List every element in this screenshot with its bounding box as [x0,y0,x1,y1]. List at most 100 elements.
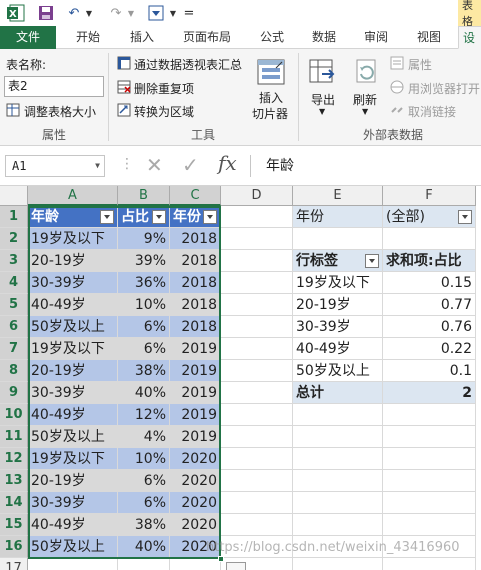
table-cell-pct[interactable]: 38% [118,360,170,382]
table-cell-pct[interactable]: 10% [118,294,170,316]
row-header-11[interactable]: 11 [0,426,28,448]
row-header-9[interactable]: 9 [0,382,28,404]
table-cell-age[interactable]: 40-49岁 [28,294,118,316]
empty-cell[interactable] [221,426,293,448]
column-header-a[interactable]: A [28,186,118,206]
empty-cell[interactable] [293,448,383,470]
row-header-4[interactable]: 4 [0,272,28,294]
undo-icon[interactable]: ↶ [64,3,84,23]
empty-cell[interactable] [383,492,476,514]
empty-cell[interactable] [221,360,293,382]
table-cell-pct[interactable]: 39% [118,250,170,272]
table-cell-age[interactable]: 40-49岁 [28,404,118,426]
row-header-12[interactable]: 12 [0,448,28,470]
table-cell-year[interactable]: 2018 [170,294,221,316]
table-cell-year[interactable]: 2020 [170,470,221,492]
empty-cell[interactable] [170,558,221,570]
pivot-row-label[interactable]: 30-39岁 [293,316,383,338]
pivot-filter-value[interactable]: (全部) [383,206,476,228]
redo-icon[interactable]: ↷ [106,3,126,23]
table-cell-year[interactable]: 2018 [170,316,221,338]
table-cell-year[interactable]: 2020 [170,492,221,514]
table-cell-age[interactable]: 50岁及以上 [28,426,118,448]
table-cell-year[interactable]: 2018 [170,250,221,272]
tab-home[interactable]: 开始 [60,26,116,49]
empty-cell[interactable] [293,470,383,492]
table-cell-age[interactable]: 40-49岁 [28,514,118,536]
redo-dropdown-icon[interactable]: ▼ [126,3,136,23]
pivot-filter-dropdown-icon[interactable] [458,210,472,224]
tab-review[interactable]: 审阅 [352,26,400,49]
empty-cell[interactable] [28,558,118,570]
table-cell-pct[interactable]: 4% [118,426,170,448]
table-cell-pct[interactable]: 9% [118,228,170,250]
table-cell-pct[interactable]: 36% [118,272,170,294]
pivot-row-value[interactable]: 0.76 [383,316,476,338]
table-cell-year[interactable]: 2019 [170,382,221,404]
tab-insert[interactable]: 插入 [116,26,168,49]
empty-cell[interactable] [221,338,293,360]
insert-slicer-button-line1[interactable]: 插入 [259,89,283,106]
empty-cell[interactable] [221,206,293,228]
table-cell-age[interactable]: 19岁及以下 [28,228,118,250]
empty-cell[interactable] [293,228,383,250]
row-header-15[interactable]: 15 [0,514,28,536]
pivot-filter-label[interactable]: 年份 [293,206,383,228]
table-cell-age[interactable]: 20-19岁 [28,360,118,382]
pivot-row-value[interactable]: 0.77 [383,294,476,316]
empty-cell[interactable] [293,426,383,448]
row-header-17[interactable]: 17 [0,558,28,570]
table-cell-pct[interactable]: 6% [118,338,170,360]
tab-data[interactable]: 数据 [300,26,348,49]
table-cell-age[interactable]: 30-39岁 [28,382,118,404]
table-cell-age[interactable]: 30-39岁 [28,272,118,294]
row-header-10[interactable]: 10 [0,404,28,426]
table-cell-age[interactable]: 50岁及以上 [28,536,118,558]
convert-to-range-button[interactable]: 转换为区域 [134,103,194,120]
undo-dropdown-icon[interactable]: ▼ [84,3,94,23]
remove-duplicates-button[interactable]: 删除重复项 [134,80,194,97]
table-cell-age[interactable]: 20-19岁 [28,250,118,272]
empty-cell[interactable] [293,404,383,426]
pivot-total-value[interactable]: 2 [383,382,476,404]
formula-input[interactable]: 年龄 [250,155,481,177]
table-cell-year[interactable]: 2019 [170,426,221,448]
name-box-dropdown-icon[interactable]: ▼ [95,156,100,176]
empty-cell[interactable] [221,250,293,272]
customize-qat-icon[interactable] [146,3,166,23]
unlink-button[interactable]: 取消链接 [408,103,456,120]
table-cell-pct[interactable]: 40% [118,382,170,404]
name-box[interactable]: A1 ▼ [5,155,105,177]
table-cell-age[interactable]: 20-19岁 [28,470,118,492]
empty-cell[interactable] [383,470,476,492]
table-cell-year[interactable]: 2019 [170,360,221,382]
empty-cell[interactable] [221,470,293,492]
refresh-button[interactable]: 刷新 [353,91,377,108]
save-icon[interactable] [36,3,56,23]
table-cell-pct[interactable]: 40% [118,536,170,558]
table-cell-year[interactable]: 2020 [170,514,221,536]
table-cell-year[interactable]: 2019 [170,404,221,426]
pivot-row-value[interactable]: 0.1 [383,360,476,382]
resize-table-button[interactable]: 调整表格大小 [24,103,96,120]
pivot-row-label[interactable]: 40-49岁 [293,338,383,360]
column-header-c[interactable]: C [170,186,221,206]
empty-cell[interactable] [293,514,383,536]
table-cell-pct[interactable]: 6% [118,470,170,492]
pivot-row-label[interactable]: 20-19岁 [293,294,383,316]
table-cell-age[interactable]: 50岁及以上 [28,316,118,338]
table-cell-year[interactable]: 2018 [170,228,221,250]
pivot-row-label[interactable]: 19岁及以下 [293,272,383,294]
table-cell-pct[interactable]: 6% [118,492,170,514]
table-cell-year[interactable]: 2018 [170,272,221,294]
empty-cell[interactable] [383,426,476,448]
table-cell-pct[interactable]: 38% [118,514,170,536]
empty-cell[interactable] [383,558,476,570]
table-cell-year[interactable]: 2020 [170,448,221,470]
empty-cell[interactable] [221,514,293,536]
row-header-1[interactable]: 1 [0,206,28,228]
open-in-browser-button[interactable]: 用浏览器打开 [408,80,480,97]
row-header-5[interactable]: 5 [0,294,28,316]
row-header-7[interactable]: 7 [0,338,28,360]
column-header-e[interactable]: E [293,186,383,206]
